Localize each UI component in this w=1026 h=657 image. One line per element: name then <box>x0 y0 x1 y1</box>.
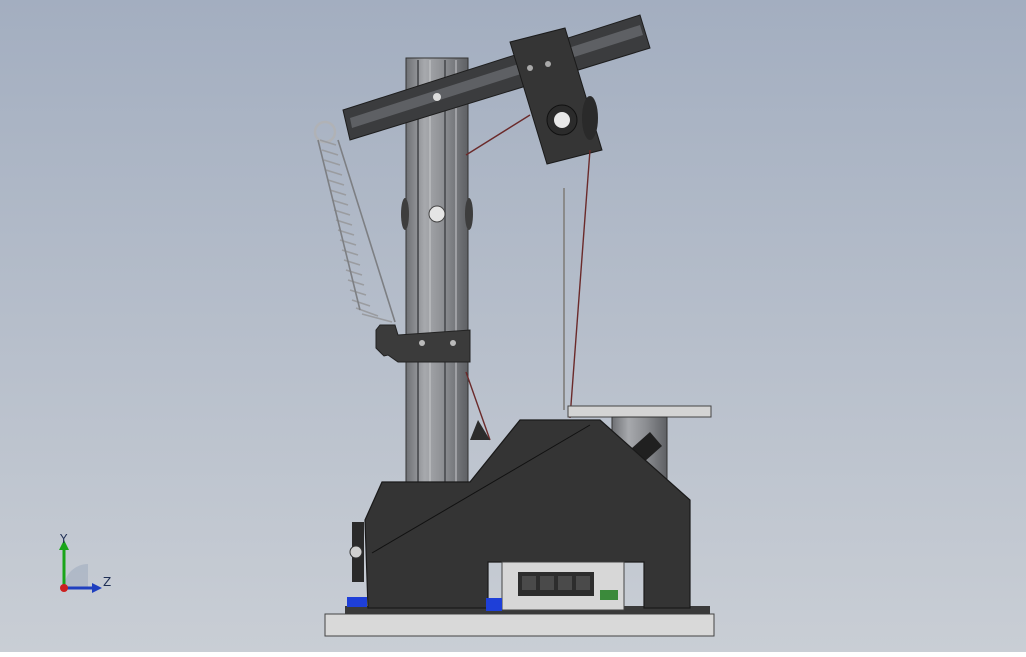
triad-y-label: Y <box>60 532 68 546</box>
vertical-profile <box>401 57 473 489</box>
orientation-triad: Y Z <box>50 530 130 610</box>
blue-connector-left <box>347 597 367 607</box>
base-plate <box>324 613 715 637</box>
model-canvas[interactable] <box>0 0 1026 652</box>
triad-z-label: Z <box>103 575 112 589</box>
electronics-board <box>501 561 625 611</box>
blue-connector-right <box>486 598 502 611</box>
cad-viewport[interactable]: Y Z <box>0 0 1026 652</box>
